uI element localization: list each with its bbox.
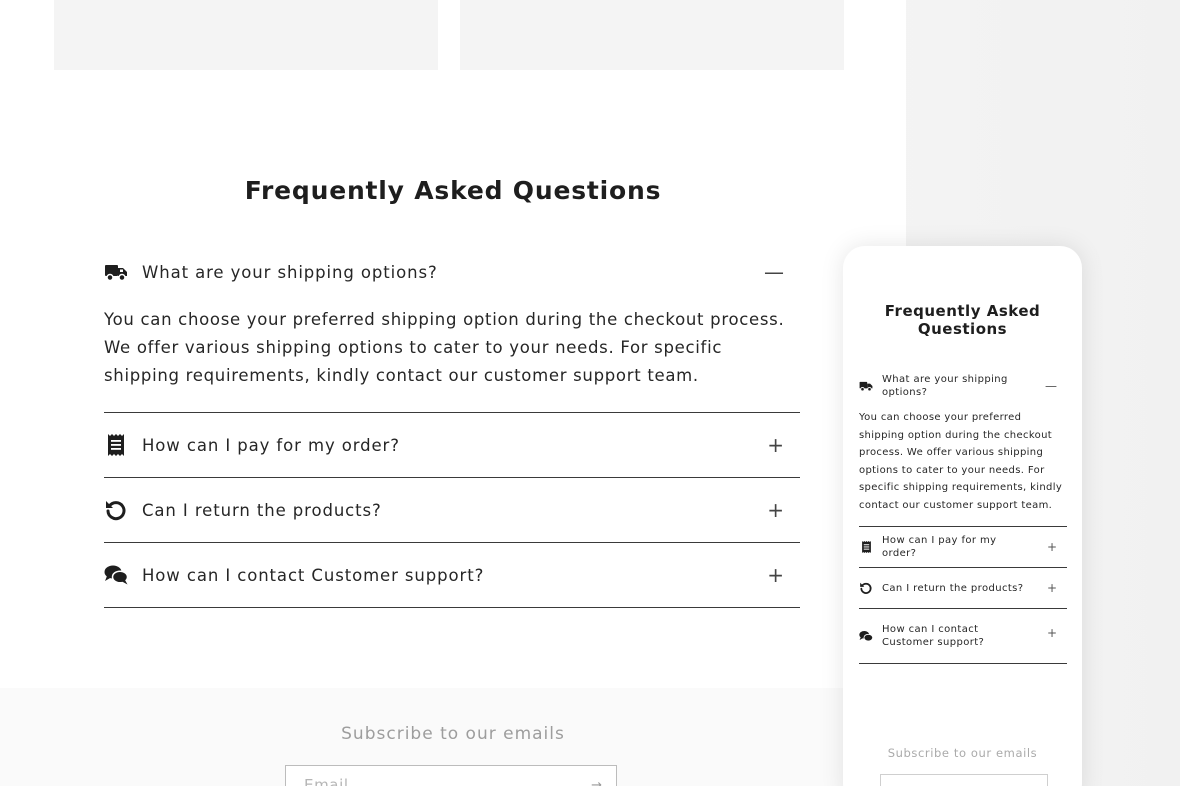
expand-icon[interactable]: + <box>1047 582 1057 594</box>
expand-icon[interactable]: + <box>767 565 784 585</box>
faq-answer: You can choose your preferred shipping o… <box>104 304 800 413</box>
product-tile-1[interactable] <box>54 0 438 70</box>
return-icon <box>859 581 873 595</box>
truck-icon <box>104 260 128 284</box>
receipt-icon <box>104 433 128 457</box>
faq-title: Frequently Asked Questions <box>244 176 662 205</box>
return-icon <box>104 498 128 522</box>
chat-icon <box>104 563 128 587</box>
mobile-email-field[interactable] <box>880 774 1048 786</box>
expand-icon[interactable]: + <box>767 500 784 520</box>
mobile-preview: Frequently Asked Questions What are your… <box>843 246 1082 786</box>
product-tile-2[interactable] <box>460 0 844 70</box>
collapse-icon[interactable]: — <box>764 262 784 282</box>
faq-item-contact[interactable]: How can I contact Customer support? + <box>104 543 800 608</box>
desktop-page: Frequently Asked Questions What are your… <box>0 0 906 786</box>
faq-question: Can I return the products? <box>142 500 382 520</box>
truck-icon <box>859 379 873 393</box>
faq-question: How can I contact Customer support? <box>142 565 485 585</box>
faq-item-payment[interactable]: How can I pay for my order? + <box>104 413 800 478</box>
receipt-icon <box>859 540 873 554</box>
faq-question: How can I pay for my order? <box>142 435 400 455</box>
newsletter-title: Subscribe to our emails <box>341 724 565 744</box>
collapse-icon[interactable]: — <box>1045 380 1057 392</box>
preview-canvas: Frequently Asked Questions What are your… <box>0 0 1180 786</box>
arrow-right-icon[interactable]: → <box>591 778 602 786</box>
mobile-newsletter-title: Subscribe to our emails <box>887 746 1038 760</box>
expand-icon[interactable]: + <box>1047 541 1057 553</box>
mobile-faq-item-payment[interactable]: How can I pay for my order? + <box>859 527 1067 568</box>
mobile-faq-question: How can I contact Customer support? <box>882 624 985 648</box>
mobile-faq-question: What are your shipping options? <box>882 374 1008 398</box>
faq-accordion: What are your shipping options? — You ca… <box>104 240 800 608</box>
faq-question: What are your shipping options? <box>142 262 438 282</box>
faq-item-returns[interactable]: Can I return the products? + <box>104 478 800 543</box>
mobile-faq-question: How can I pay for my order? <box>882 535 997 559</box>
email-placeholder: Email <box>304 776 349 786</box>
mobile-faq-accordion: What are your shipping options? — You ca… <box>859 366 1067 664</box>
mobile-faq-item-shipping[interactable]: What are your shipping options? — <box>859 366 1067 406</box>
chat-icon <box>859 629 873 643</box>
newsletter-section: Subscribe to our emails Email → <box>0 688 906 786</box>
mobile-faq-item-returns[interactable]: Can I return the products? + <box>859 568 1067 609</box>
mobile-faq-item-contact[interactable]: How can I contact Customer support? + <box>859 609 1067 664</box>
expand-icon[interactable]: + <box>767 435 784 455</box>
faq-item-shipping[interactable]: What are your shipping options? — <box>104 240 800 304</box>
email-field[interactable]: Email → <box>285 765 617 786</box>
mobile-faq-title: Frequently Asked Questions <box>884 302 1041 338</box>
mobile-faq-answer: You can choose your preferred shipping o… <box>859 406 1067 527</box>
expand-icon[interactable]: + <box>1047 627 1057 639</box>
mobile-faq-question: Can I return the products? <box>882 582 1024 594</box>
